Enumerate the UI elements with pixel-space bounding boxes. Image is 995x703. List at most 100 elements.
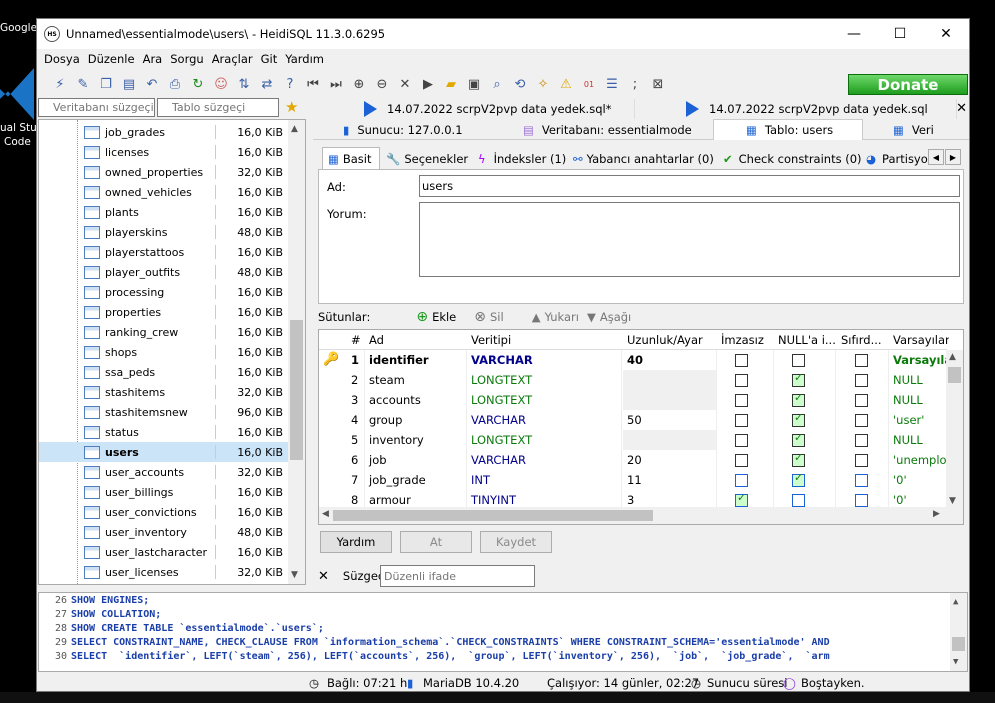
delete-icon[interactable]: ⊗ bbox=[474, 309, 486, 325]
export-icon[interactable]: ⇄ bbox=[258, 75, 276, 93]
nullable-checkbox[interactable] bbox=[792, 371, 805, 387]
tree-item-users[interactable]: users 16,0 KiB bbox=[39, 442, 289, 462]
table-row[interactable]: 🔑 1identifierVARCHAR40 Varsayılan bbox=[319, 350, 949, 370]
scroll-down-icon[interactable]: ▼ bbox=[291, 570, 298, 580]
help-icon[interactable]: ? bbox=[281, 75, 299, 93]
binary-icon[interactable]: 01 bbox=[580, 75, 598, 93]
tree-item-shops[interactable]: shops 16,0 KiB bbox=[39, 342, 289, 362]
cell-default[interactable]: NULL bbox=[889, 430, 949, 450]
sql-log[interactable]: 26 SHOW ENGINES; 27 SHOW COLLATION; 28 SHOW C… bbox=[38, 592, 968, 672]
cell-length[interactable] bbox=[623, 390, 717, 410]
tree-item-owned_vehicles[interactable]: owned_vehicles 16,0 KiB bbox=[39, 182, 289, 202]
zerofill-checkbox[interactable] bbox=[855, 433, 868, 447]
favorite-star-icon[interactable]: ★ bbox=[285, 98, 298, 116]
scroll-down-icon[interactable]: ▼ bbox=[953, 657, 958, 667]
cancel-icon[interactable]: ✕ bbox=[396, 75, 414, 93]
tree-item-ssa_peds[interactable]: ssa_peds 16,0 KiB bbox=[39, 362, 289, 382]
replace-icon[interactable]: ⟲ bbox=[511, 75, 529, 93]
cell-length[interactable]: 40 bbox=[623, 350, 717, 370]
wrap-icon[interactable]: ☰ bbox=[603, 75, 621, 93]
cell-default[interactable]: NULL bbox=[889, 370, 949, 390]
zerofill-checkbox[interactable] bbox=[855, 473, 868, 487]
nullable-checkbox[interactable] bbox=[792, 411, 805, 427]
cell-name[interactable]: accounts bbox=[365, 390, 467, 410]
scroll-right-icon[interactable]: ▶ bbox=[933, 509, 940, 519]
col-header-nullable[interactable]: NULL'a i... bbox=[774, 330, 836, 350]
clean-icon[interactable]: ✧ bbox=[534, 75, 552, 93]
tree-item-job_grades[interactable]: job_grades 16,0 KiB bbox=[39, 122, 289, 142]
cell-name[interactable]: job bbox=[365, 450, 467, 470]
tab-database[interactable]: ▤ Veritabanı: essentialmode bbox=[523, 119, 713, 140]
warning-icon[interactable]: ⚠ bbox=[557, 75, 575, 93]
discard-button[interactable]: At bbox=[400, 531, 472, 553]
cell-type[interactable]: VARCHAR bbox=[467, 410, 622, 430]
table-row[interactable]: 2steamLONGTEXT NULL bbox=[319, 370, 949, 390]
cell-name[interactable]: steam bbox=[365, 370, 467, 390]
subtab-foreign-keys[interactable]: ⚯ Yabancı anahtarlar (0) bbox=[573, 147, 714, 170]
nullable-checkbox[interactable] bbox=[792, 451, 805, 467]
cell-length[interactable]: 11 bbox=[623, 470, 717, 490]
query-tab-1[interactable]: 14.07.2022 scrpV2pvp data yedek.sql* bbox=[313, 99, 635, 119]
cell-name[interactable]: inventory bbox=[365, 430, 467, 450]
cell-length[interactable] bbox=[623, 430, 717, 450]
tree-item-playerskins[interactable]: playerskins 48,0 KiB bbox=[39, 222, 289, 242]
tree-item-user_accounts[interactable]: user_accounts 32,0 KiB bbox=[39, 462, 289, 482]
unsigned-checkbox[interactable] bbox=[735, 491, 748, 507]
tabs-left-icon[interactable]: ◀ bbox=[928, 149, 944, 165]
menu-tools[interactable]: Araçlar bbox=[205, 50, 253, 70]
cell-name[interactable]: identifier bbox=[365, 350, 467, 370]
zerofill-checkbox[interactable] bbox=[855, 373, 868, 387]
undo-icon[interactable]: ↶ bbox=[143, 75, 161, 93]
tree-scroll-thumb[interactable] bbox=[290, 320, 303, 460]
tab-data[interactable]: ▦ Veri bbox=[893, 119, 963, 140]
unsigned-checkbox[interactable] bbox=[735, 433, 748, 447]
save-button[interactable]: Kaydet bbox=[480, 531, 552, 553]
subtab-check-constraints[interactable]: ✔ Check constraints (0) bbox=[723, 147, 862, 170]
table-row[interactable]: 7job_gradeINT11 '0' bbox=[319, 470, 949, 490]
menu-edit[interactable]: Düzenle bbox=[81, 50, 135, 70]
unsigned-checkbox[interactable] bbox=[735, 393, 748, 407]
save-icon[interactable]: ▣ bbox=[465, 75, 483, 93]
menu-help[interactable]: Yardım bbox=[278, 50, 324, 70]
cell-name[interactable]: group bbox=[365, 410, 467, 430]
tree-item-user_billings[interactable]: user_billings 16,0 KiB bbox=[39, 482, 289, 502]
tab-server[interactable]: ▮ Sunucu: 127.0.0.1 bbox=[343, 119, 513, 140]
cell-default[interactable]: '0' bbox=[889, 470, 949, 490]
last-icon[interactable]: ⏭ bbox=[327, 75, 345, 93]
minimize-icon[interactable]: — bbox=[831, 19, 877, 49]
unsigned-checkbox[interactable] bbox=[735, 353, 748, 367]
col-header-num[interactable]: # bbox=[347, 330, 365, 350]
grid-vscroll-thumb[interactable] bbox=[948, 367, 961, 383]
table-row[interactable]: 6jobVARCHAR20 'unemplo bbox=[319, 450, 949, 470]
tree-item-ranking_crew[interactable]: ranking_crew 16,0 KiB bbox=[39, 322, 289, 342]
zerofill-checkbox[interactable] bbox=[855, 413, 868, 427]
cell-default[interactable]: Varsayılan bbox=[889, 350, 949, 370]
nullable-checkbox[interactable] bbox=[792, 431, 805, 447]
unsigned-checkbox[interactable] bbox=[735, 453, 748, 467]
disconnect-icon[interactable]: ✎ bbox=[74, 75, 92, 93]
grid-hscroll-thumb[interactable] bbox=[333, 510, 653, 521]
subtab-basic[interactable]: ▦ Basit bbox=[322, 147, 380, 170]
donate-button[interactable]: Donate bbox=[848, 74, 968, 95]
tree-item-plants[interactable]: plants 16,0 KiB bbox=[39, 202, 289, 222]
menu-go[interactable]: Git bbox=[254, 50, 278, 70]
tree-item-owned_properties[interactable]: owned_properties 32,0 KiB bbox=[39, 162, 289, 182]
tree-item-licenses[interactable]: licenses 16,0 KiB bbox=[39, 142, 289, 162]
add-column-button[interactable]: Ekle bbox=[432, 310, 456, 324]
cell-length[interactable] bbox=[623, 370, 717, 390]
down-icon[interactable]: ▼ bbox=[587, 310, 596, 324]
comment-input[interactable] bbox=[419, 202, 960, 277]
tree-item-player_outfits[interactable]: player_outfits 48,0 KiB bbox=[39, 262, 289, 282]
tree-item-processing[interactable]: processing 16,0 KiB bbox=[39, 282, 289, 302]
nullable-checkbox[interactable] bbox=[792, 493, 805, 507]
unsigned-checkbox[interactable] bbox=[735, 413, 748, 427]
cell-length[interactable]: 20 bbox=[623, 450, 717, 470]
zerofill-checkbox[interactable] bbox=[855, 493, 868, 507]
zerofill-checkbox[interactable] bbox=[855, 393, 868, 407]
chrome-shortcut-label[interactable]: Google Chrom bbox=[0, 22, 36, 34]
cell-default[interactable]: 'user' bbox=[889, 410, 949, 430]
subtab-indexes[interactable]: ϟ İndeksler (1) bbox=[478, 147, 566, 170]
tree-scrollbar[interactable]: ▲ ▼ bbox=[288, 120, 305, 584]
table-row[interactable]: 5inventoryLONGTEXT NULL bbox=[319, 430, 949, 450]
menu-query[interactable]: Sorgu bbox=[163, 50, 203, 70]
